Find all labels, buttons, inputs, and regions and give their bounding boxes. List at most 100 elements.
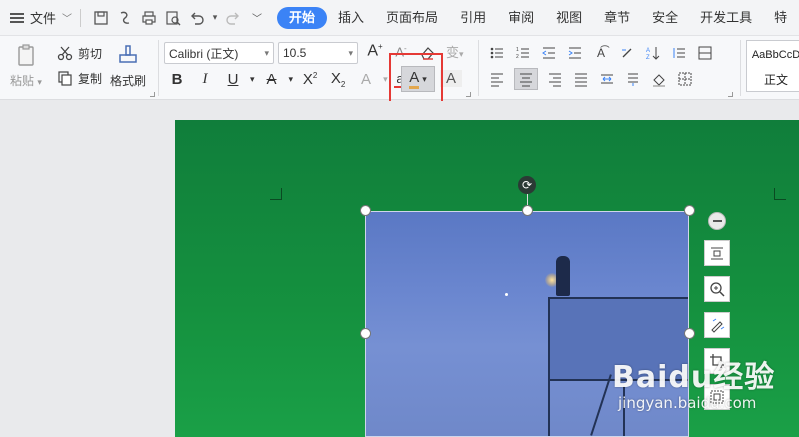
tab-home[interactable]: 开始: [277, 6, 328, 29]
tab-developer[interactable]: 开发工具: [689, 7, 763, 29]
style-sample-text: AaBbCcD: [751, 49, 799, 61]
style-name: 正文: [763, 73, 788, 87]
cut-button[interactable]: 剪切: [56, 44, 102, 62]
decrease-indent-icon[interactable]: [540, 44, 558, 62]
save-icon[interactable]: [89, 6, 113, 30]
chevron-down-icon[interactable]: ▾: [289, 74, 294, 85]
chevron-down-icon: ﹀: [62, 14, 73, 25]
cut-label: 剪切: [78, 46, 103, 61]
resize-handle-top[interactable]: [522, 205, 533, 216]
svg-text:1: 1: [516, 47, 519, 53]
image-star: [505, 293, 508, 296]
margin-marker: [270, 188, 282, 200]
line-spacing-icon[interactable]: [670, 44, 688, 62]
tab-review[interactable]: 审阅: [497, 7, 545, 29]
export-pdf-icon[interactable]: [113, 6, 137, 30]
divider: [740, 40, 741, 96]
group-launcher-icon[interactable]: [150, 92, 155, 97]
chevron-down-icon[interactable]: ▾: [250, 74, 255, 85]
subscript-icon[interactable]: X2: [327, 70, 349, 89]
text-effect-icon[interactable]: A: [355, 71, 377, 88]
paragraph-settings-icon[interactable]: [696, 44, 714, 62]
text-wrap-icon[interactable]: [704, 240, 730, 266]
phonetic-guide-button[interactable]: 变▾: [446, 42, 464, 61]
tab-references[interactable]: 引用: [449, 7, 497, 29]
image-rail: [548, 361, 550, 437]
file-menu-label: 文件: [30, 11, 57, 26]
font-name-select[interactable]: Calibri (正文) ▾: [164, 42, 274, 64]
sort-icon[interactable]: AZ: [644, 44, 662, 62]
text-direction-icon[interactable]: [624, 70, 642, 88]
format-painter-icon: [115, 42, 141, 68]
tab-insert[interactable]: 插入: [327, 7, 375, 29]
tab-sections[interactable]: 章节: [593, 7, 641, 29]
image-figure: [556, 256, 570, 296]
menu-bar: 文件 ﹀ ▾ ﹀ 开始 插入 页面布局 引用 审阅 视图 章节 安全 开发工具 …: [0, 0, 799, 36]
print-icon[interactable]: [137, 6, 161, 30]
copy-icon: [56, 69, 74, 87]
file-menu[interactable]: 文件 ﹀: [0, 0, 72, 36]
ribbon-tabs: 开始 插入 页面布局 引用 审阅 视图 章节 安全 开发工具 特: [277, 6, 798, 29]
watermark-logo: Baidu经验: [612, 360, 776, 395]
resize-handle-right[interactable]: [684, 328, 695, 339]
undo-icon[interactable]: [185, 6, 209, 30]
svg-text:2: 2: [516, 54, 519, 60]
divider: [80, 8, 82, 27]
redo-icon[interactable]: [221, 6, 245, 30]
format-painter-button[interactable]: 格式刷: [110, 42, 146, 89]
hamburger-icon: [10, 12, 24, 23]
divider: [158, 40, 159, 96]
strikethrough-icon[interactable]: A: [261, 71, 283, 88]
image-edit-icon[interactable]: [704, 312, 730, 338]
tab-special[interactable]: 特: [763, 7, 798, 29]
svg-text:Z: Z: [646, 55, 650, 61]
paragraph-row-bottom: [488, 68, 694, 90]
svg-text:A: A: [646, 48, 650, 54]
increase-indent-icon[interactable]: [566, 44, 584, 62]
copy-label: 复制: [78, 71, 103, 86]
chevron-down-icon: ▾: [348, 47, 353, 58]
baidu-watermark: Baidu经验 jingyan.baidu.com: [612, 352, 775, 412]
paste-button[interactable]: 粘贴 ▾: [10, 42, 42, 89]
font-size-value: 10.5: [283, 46, 307, 60]
character-shading-icon[interactable]: A: [440, 70, 462, 87]
rotate-handle-icon[interactable]: ⟳: [518, 176, 536, 194]
format-painter-label: 格式刷: [110, 74, 147, 88]
group-launcher-icon[interactable]: [728, 92, 733, 97]
show-marks-icon[interactable]: [618, 44, 636, 62]
fill-shading-icon[interactable]: [650, 70, 668, 88]
print-preview-icon[interactable]: [161, 6, 185, 30]
zoom-in-icon[interactable]: [704, 276, 730, 302]
customize-toolbar-icon[interactable]: ﹀: [245, 6, 269, 30]
watermark-url: jingyan.baidu.com: [618, 394, 757, 412]
align-left-icon[interactable]: [488, 70, 506, 88]
change-case-icon[interactable]: A͡: [592, 44, 610, 62]
font-size-select[interactable]: 10.5 ▾: [278, 42, 358, 64]
collapse-toolbar-icon[interactable]: [708, 212, 726, 230]
resize-handle-left[interactable]: [360, 328, 371, 339]
grow-font-icon[interactable]: A+: [364, 42, 386, 60]
align-center-icon[interactable]: [514, 68, 538, 90]
borders-icon[interactable]: [676, 70, 694, 88]
justify-icon[interactable]: [572, 70, 590, 88]
resize-handle-top-left[interactable]: [360, 205, 371, 216]
bullet-list-icon[interactable]: [488, 44, 506, 62]
italic-icon[interactable]: I: [194, 71, 216, 88]
bold-icon[interactable]: B: [166, 71, 188, 88]
copy-button[interactable]: 复制: [56, 69, 102, 87]
numbered-list-icon[interactable]: 12: [514, 44, 532, 62]
chevron-down-icon[interactable]: ▾: [209, 6, 221, 30]
underline-icon[interactable]: U: [222, 71, 244, 88]
tab-view[interactable]: 视图: [545, 7, 593, 29]
style-normal[interactable]: AaBbCcD 正文: [746, 40, 799, 92]
resize-handle-top-right[interactable]: [684, 205, 695, 216]
paste-label: 粘贴: [10, 74, 35, 88]
align-right-icon[interactable]: [546, 70, 564, 88]
group-launcher-icon[interactable]: [466, 92, 471, 97]
tab-security[interactable]: 安全: [641, 7, 689, 29]
superscript-icon[interactable]: X2: [299, 71, 321, 88]
paste-icon: [13, 42, 39, 68]
distribute-icon[interactable]: [598, 70, 616, 88]
tab-page-layout[interactable]: 页面布局: [375, 7, 449, 29]
chevron-down-icon[interactable]: ▾: [383, 74, 388, 85]
